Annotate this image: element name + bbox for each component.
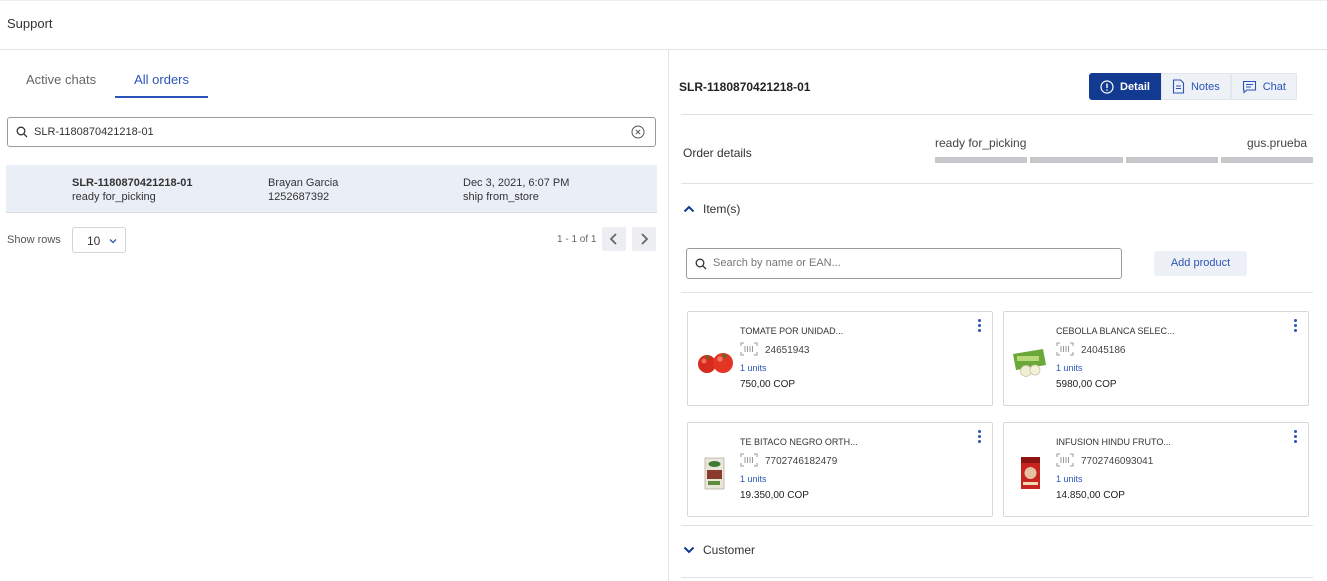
product-units: 1 units — [740, 363, 767, 373]
product-name: INFUSION HINDU FRUTO... — [1056, 437, 1171, 447]
search-icon — [16, 126, 28, 138]
order-customer-cell: Brayan Garcia 1252687392 — [268, 176, 338, 204]
more-options-icon[interactable] — [1291, 319, 1299, 335]
items-section-label: Item(s) — [703, 202, 741, 216]
chevron-left-icon — [609, 233, 617, 245]
product-units: 1 units — [740, 474, 767, 484]
order-status: ready for_picking — [72, 191, 156, 203]
order-date-cell: Dec 3, 2021, 6:07 PM ship from_store — [463, 176, 569, 204]
product-search-placeholder: Search by name or EAN... — [713, 257, 841, 269]
divider — [681, 577, 1313, 578]
product-units: 1 units — [1056, 363, 1083, 373]
customer-section-toggle[interactable]: Customer — [683, 543, 755, 557]
chevron-right-icon — [641, 233, 649, 245]
barcode-icon — [740, 342, 758, 356]
product-ean: 24651943 — [765, 345, 810, 356]
show-rows-label: Show rows — [7, 234, 61, 246]
clear-search-icon[interactable] — [631, 125, 645, 139]
infusion-box-image — [1021, 457, 1040, 489]
product-ean: 7702746093041 — [1081, 456, 1154, 467]
customer-section-label: Customer — [703, 543, 756, 557]
rows-per-page-select[interactable]: 10 — [72, 227, 126, 253]
product-price: 750,00 COP — [740, 379, 796, 390]
progress-segment — [1030, 157, 1123, 163]
page-title: Support — [7, 16, 53, 31]
prev-page-button[interactable] — [602, 227, 626, 251]
divider — [681, 183, 1313, 184]
more-options-icon[interactable] — [1291, 430, 1299, 446]
page-count: 1 - 1 of 1 — [557, 234, 597, 245]
orders-panel: Active chats All orders SLR-118087042121… — [0, 50, 669, 581]
onion-image — [1013, 349, 1046, 377]
progress-segment — [935, 157, 1028, 163]
detail-button[interactable]: Detail — [1089, 73, 1161, 100]
info-icon — [1100, 79, 1114, 94]
tomato-image — [698, 353, 733, 373]
order-detail-panel: SLR-1180870421218-01 Detail Notes Chat O… — [670, 50, 1327, 581]
product-ean: 7702746182479 — [765, 456, 838, 467]
order-delivery-type: ship from_store — [463, 191, 539, 203]
document-icon — [1172, 79, 1185, 94]
product-card: TE BITACO NEGRO ORTH... 7702746182479 1 … — [687, 422, 993, 517]
notes-button[interactable]: Notes — [1160, 73, 1231, 100]
chat-icon — [1242, 80, 1256, 94]
order-id-cell: SLR-1180870421218-01 ready for_picking — [72, 176, 192, 204]
order-date: Dec 3, 2021, 6:07 PM — [463, 177, 570, 189]
barcode-icon — [1056, 453, 1074, 467]
product-price: 5980,00 COP — [1056, 379, 1117, 390]
order-id: SLR-1180870421218-01 — [72, 177, 193, 189]
add-product-button[interactable]: Add product — [1154, 251, 1247, 276]
product-card: CEBOLLA BLANCA SELEC... 24045186 1 units… — [1003, 311, 1309, 406]
topbar: Support — [0, 0, 1327, 50]
order-customer-name: Brayan Garcia — [268, 177, 339, 189]
divider — [681, 525, 1313, 526]
barcode-icon — [740, 453, 758, 467]
search-icon — [695, 258, 707, 270]
next-page-button[interactable] — [632, 227, 656, 251]
product-units: 1 units — [1056, 474, 1083, 484]
notes-button-label: Notes — [1190, 80, 1220, 93]
order-search-input[interactable]: SLR-1180870421218-01 — [7, 117, 656, 147]
more-options-icon[interactable] — [975, 319, 983, 335]
tab-all-orders[interactable]: All orders — [115, 64, 209, 98]
detail-view-switcher: Detail Notes Chat — [1089, 73, 1297, 100]
chat-button-label: Chat — [1262, 80, 1286, 93]
progress-segment — [1220, 157, 1313, 163]
product-card: INFUSION HINDU FRUTO... 7702746093041 1 … — [1003, 422, 1309, 517]
chevron-up-icon — [683, 205, 695, 213]
product-search-input[interactable]: Search by name or EAN... — [686, 248, 1122, 279]
barcode-icon — [1056, 342, 1074, 356]
items-section-toggle[interactable]: Item(s) — [683, 202, 740, 216]
order-details-label: Order details — [683, 146, 752, 160]
product-ean: 24045186 — [1081, 345, 1126, 356]
product-name: CEBOLLA BLANCA SELEC... — [1056, 326, 1175, 336]
chevron-down-icon — [109, 239, 117, 244]
search-value: SLR-1180870421218-01 — [34, 126, 154, 138]
detail-button-label: Detail — [1120, 80, 1150, 93]
rows-per-page-value: 10 — [87, 234, 101, 248]
tab-active-chats[interactable]: Active chats — [7, 64, 115, 98]
detail-order-id: SLR-1180870421218-01 — [679, 80, 811, 94]
order-details-status: ready for_picking — [935, 136, 1027, 150]
order-row[interactable]: SLR-1180870421218-01 ready for_picking B… — [6, 165, 657, 213]
divider — [681, 292, 1313, 293]
tea-box-image — [704, 457, 725, 490]
tab-bar: Active chats All orders — [7, 64, 209, 98]
progress-segment — [1125, 157, 1218, 163]
order-details-user: gus.prueba — [1247, 136, 1308, 150]
order-progress-bar — [935, 157, 1313, 163]
divider — [681, 114, 1313, 115]
product-name: TE BITACO NEGRO ORTH... — [740, 437, 858, 447]
product-price: 19.350,00 COP — [740, 490, 809, 501]
chevron-down-icon — [683, 546, 695, 554]
product-name: TOMATE POR UNIDAD... — [740, 326, 844, 336]
order-customer-phone: 1252687392 — [268, 191, 330, 203]
pagination: Show rows 10 1 - 1 of 1 — [7, 227, 656, 253]
chat-button[interactable]: Chat — [1230, 73, 1297, 100]
product-price: 14.850,00 COP — [1056, 490, 1125, 501]
more-options-icon[interactable] — [975, 430, 983, 446]
product-card: TOMATE POR UNIDAD... 24651943 1 units 75… — [687, 311, 993, 406]
